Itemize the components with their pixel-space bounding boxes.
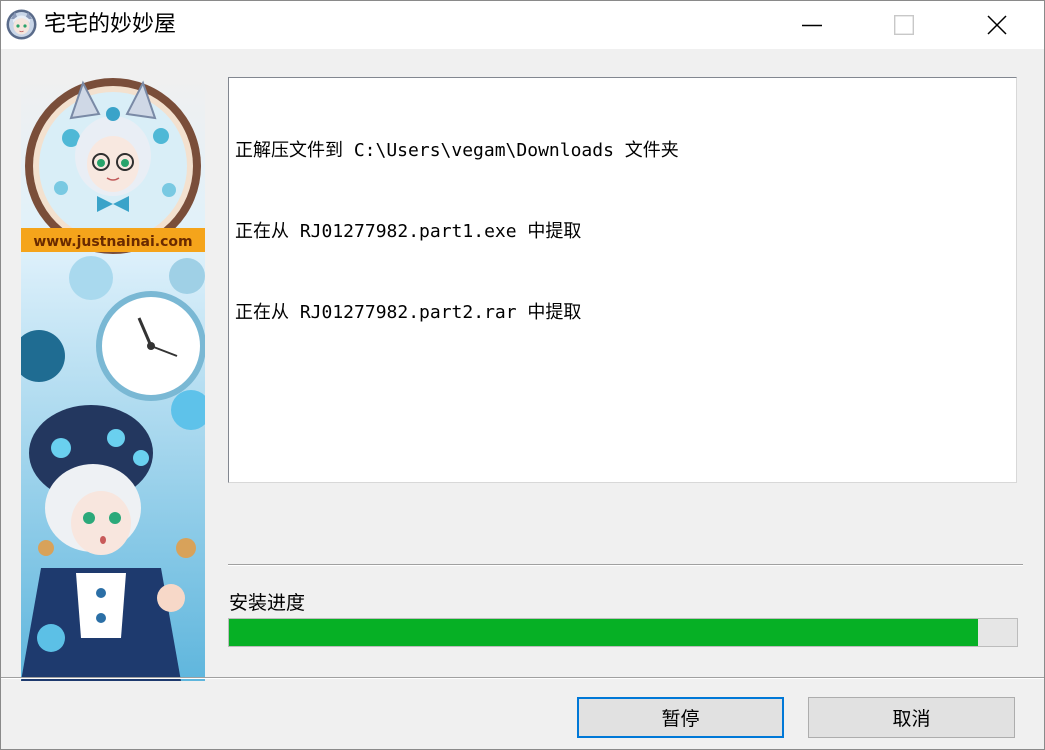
install-progress-bar <box>228 618 1018 647</box>
window-title: 宅宅的妙妙屋 <box>44 12 177 37</box>
separator <box>228 564 1023 566</box>
installer-window: 宅宅的妙妙屋 www.justnainai.com 正解压文件到 C:\User… <box>0 0 1045 750</box>
footer-separator <box>1 677 1044 679</box>
log-line: 正在从 RJ01277982.part2.rar 中提取 <box>235 302 582 323</box>
close-button[interactable] <box>951 1 1043 49</box>
banner-watermark: www.justnainai.com <box>33 234 192 250</box>
log-line: 正解压文件到 C:\Users\vegam\Downloads 文件夹 <box>235 140 679 161</box>
maximize-icon <box>894 15 914 35</box>
app-avatar-icon <box>6 9 37 40</box>
maximize-button[interactable] <box>858 1 950 49</box>
log-line: 正在从 RJ01277982.part1.exe 中提取 <box>235 221 582 242</box>
pause-button[interactable]: 暂停 <box>577 697 784 738</box>
minimize-button[interactable] <box>766 1 858 49</box>
progress-label: 安装进度 <box>229 592 306 614</box>
close-icon <box>987 15 1007 35</box>
progress-fill <box>229 619 978 646</box>
title-bar[interactable]: 宅宅的妙妙屋 <box>1 1 1044 49</box>
extraction-log[interactable]: 正解压文件到 C:\Users\vegam\Downloads 文件夹 正在从 … <box>228 77 1017 483</box>
cancel-button[interactable]: 取消 <box>808 697 1015 738</box>
side-banner-image: www.justnainai.com <box>21 78 205 681</box>
minimize-icon <box>802 24 822 27</box>
